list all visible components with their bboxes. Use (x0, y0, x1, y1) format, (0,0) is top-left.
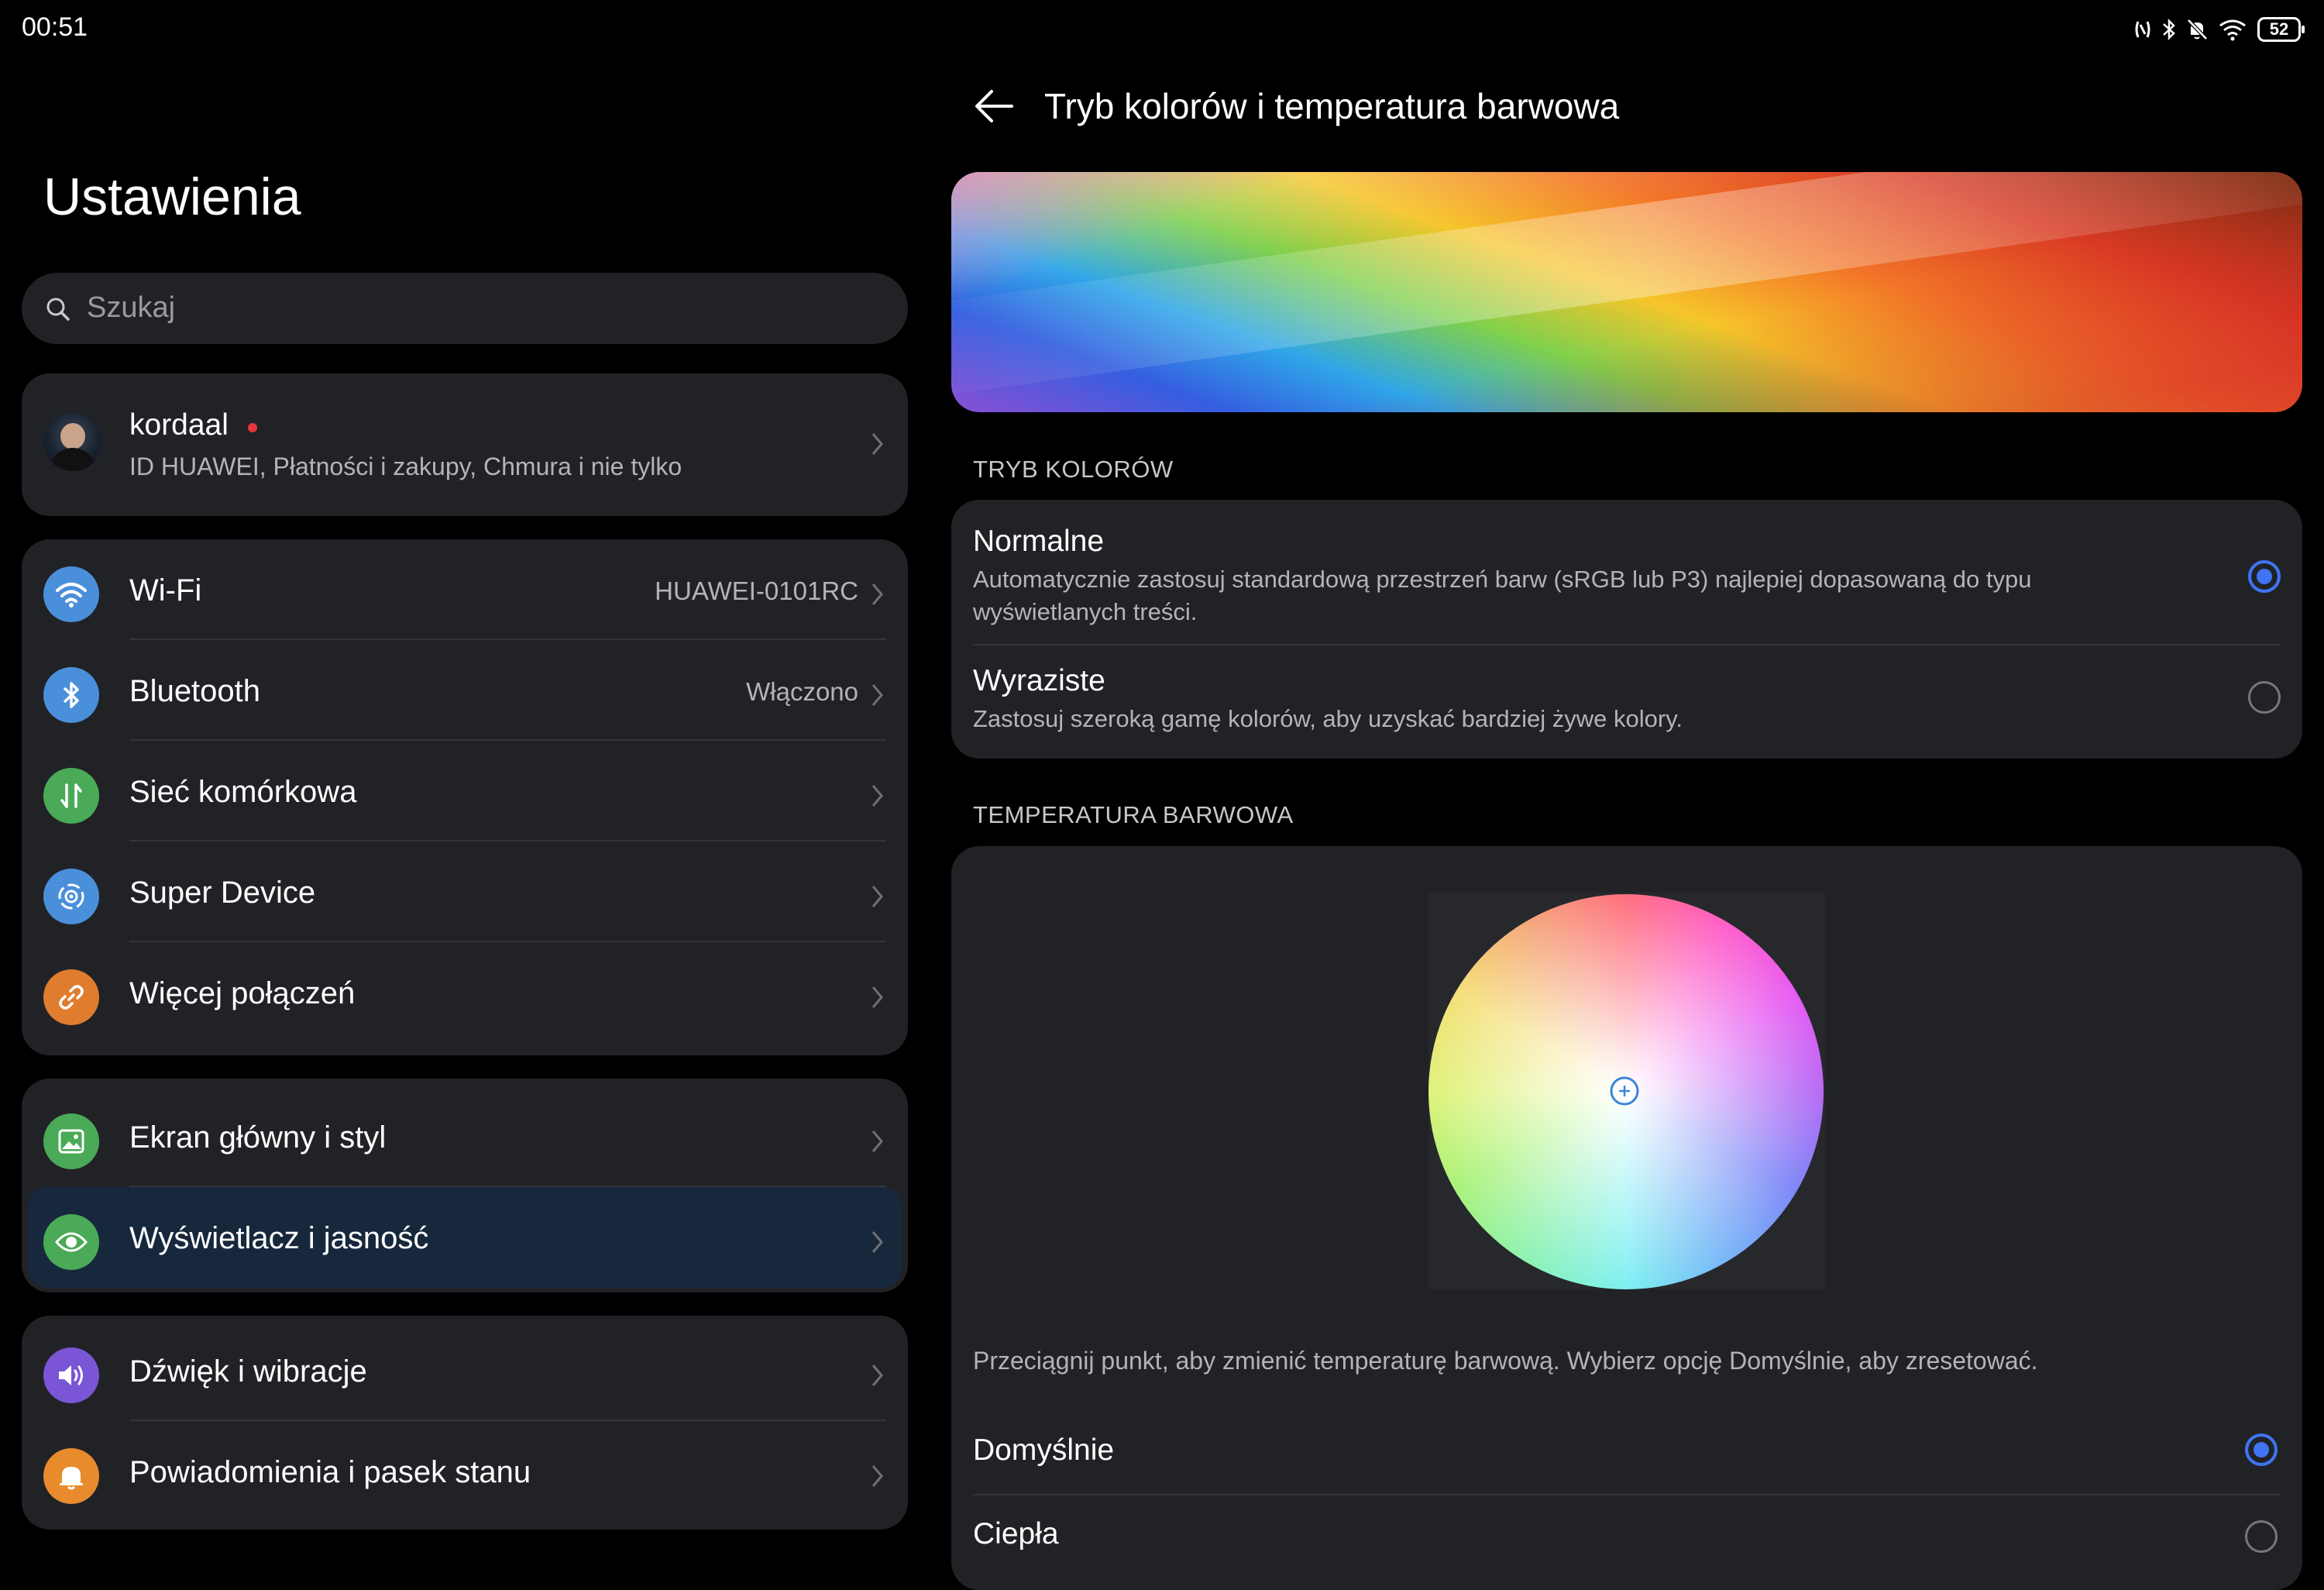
search-placeholder: Szukaj (87, 291, 176, 324)
super-device-label: Super Device (129, 876, 316, 910)
settings-item-more-connections[interactable]: Więcej połączeń (22, 942, 908, 1043)
account-card[interactable]: kordaal ID HUAWEI, Płatności i zakupy, C… (22, 373, 908, 516)
option-description: Zastosuj szeroką gamę kolorów, aby uzysk… (973, 705, 1683, 732)
notification-dot (248, 423, 257, 432)
settings-item-wifi[interactable]: Wi-Fi HUAWEI-0101RC (22, 539, 908, 640)
option-title: Wyraziste (973, 664, 1105, 697)
nfc-icon (2135, 21, 2150, 38)
sound-label: Dźwięk i wibracje (129, 1354, 367, 1389)
wifi-status-icon (2219, 19, 2246, 41)
chevron-right-icon (871, 1365, 883, 1386)
home-screen-label: Ekran główny i styl (129, 1120, 387, 1155)
display-brightness-label: Wyświetlacz i jasność (129, 1221, 429, 1255)
settings-item-bluetooth[interactable]: Bluetooth Włączono (22, 640, 908, 741)
bluetooth-icon (43, 667, 99, 723)
settings-item-display-brightness[interactable]: Wyświetlacz i jasność (28, 1187, 902, 1288)
color-banner-image (951, 172, 2302, 412)
settings-item-sound[interactable]: Dźwięk i wibracje (22, 1320, 908, 1421)
chevron-right-icon (871, 886, 883, 907)
color-mode-heading: TRYB KOLORÓW (973, 456, 1174, 483)
chevron-right-icon (871, 433, 883, 455)
status-time: 00:51 (22, 12, 88, 42)
notifications-label: Powiadomienia i pasek stanu (129, 1455, 531, 1489)
avatar (43, 412, 102, 471)
option-title: Domyślnie (973, 1433, 1115, 1467)
chevron-right-icon (871, 1131, 883, 1152)
mute-icon (2187, 19, 2208, 40)
search-icon (46, 298, 70, 321)
bell-icon (43, 1448, 99, 1504)
temperature-handle[interactable] (1609, 1075, 1640, 1106)
mobile-network-label: Sieć komórkowa (129, 775, 357, 809)
page-title: Tryb kolorów i temperatura barwowa (1044, 86, 1620, 126)
chevron-right-icon (871, 785, 883, 807)
temperature-hint: Przeciągnij punkt, aby zmienić temperatu… (973, 1347, 2038, 1375)
display-card: Ekran główny i styl Wyświetlacz i jasnoś… (22, 1079, 908, 1292)
more-connections-label: Więcej połączeń (129, 976, 356, 1010)
temperature-heading: TEMPERATURA BARWOWA (973, 801, 1294, 828)
eye-icon (43, 1214, 99, 1270)
chevron-right-icon (871, 583, 883, 605)
radio-vivid[interactable] (2248, 681, 2281, 714)
search-input[interactable]: Szukaj (22, 273, 908, 344)
chevron-right-icon (871, 1465, 883, 1487)
radio-warm[interactable] (2245, 1520, 2278, 1553)
radio-normal[interactable] (2248, 560, 2281, 593)
account-name: kordaal (129, 408, 229, 442)
option-title: Ciepła (973, 1517, 1059, 1550)
option-title: Normalne (973, 525, 1105, 558)
settings-item-notifications[interactable]: Powiadomienia i pasek stanu (22, 1421, 908, 1522)
settings-item-super-device[interactable]: Super Device (22, 841, 908, 942)
image-icon (43, 1113, 99, 1169)
speaker-icon (43, 1347, 99, 1403)
chevron-right-icon (871, 986, 883, 1008)
settings-item-mobile-network[interactable]: Sieć komórkowa (22, 741, 908, 841)
sound-card: Dźwięk i wibracje Powiadomienia i pasek … (22, 1316, 908, 1530)
link-icon (43, 969, 99, 1025)
back-arrow-icon[interactable] (973, 87, 1015, 126)
battery-indicator: 52 (2257, 17, 2305, 42)
wifi-value: HUAWEI-0101RC (655, 576, 858, 605)
radio-default[interactable] (2245, 1433, 2278, 1466)
bluetooth-value: Włączono (746, 677, 858, 706)
option-description: Automatycznie zastosuj standardową przes… (973, 566, 2032, 625)
bluetooth-status-icon (2163, 18, 2175, 41)
wifi-icon (43, 566, 99, 622)
super-device-icon (43, 869, 99, 924)
settings-title: Ustawienia (43, 167, 301, 226)
account-subtitle: ID HUAWEI, Płatności i zakupy, Chmura i … (129, 453, 682, 480)
settings-item-home-screen[interactable]: Ekran główny i styl (22, 1086, 908, 1187)
wifi-label: Wi-Fi (129, 573, 202, 607)
mobile-network-icon (43, 768, 99, 824)
bluetooth-label: Bluetooth (129, 674, 261, 708)
temperature-card: Przeciągnij punkt, aby zmienić temperatu… (951, 846, 2302, 1590)
chevron-right-icon (871, 684, 883, 706)
color-mode-card: Normalne Automatycznie zastosuj standard… (951, 500, 2302, 759)
status-icons: 52 (2133, 14, 2305, 45)
connectivity-card: Wi-Fi HUAWEI-0101RC Bluetooth Włączono S… (22, 539, 908, 1055)
chevron-right-icon (871, 1231, 883, 1253)
